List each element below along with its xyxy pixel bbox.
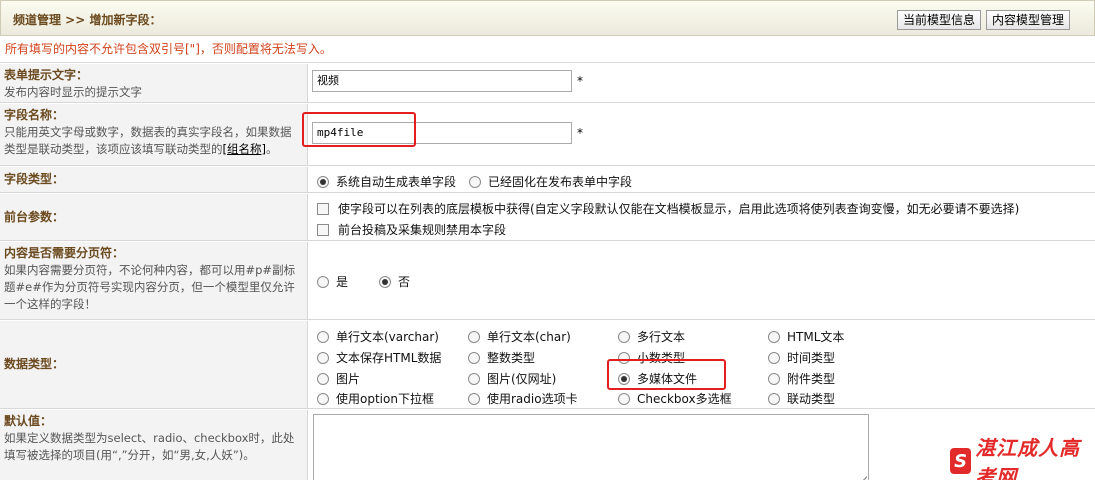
front-params-title: 前台参数： bbox=[4, 209, 65, 224]
data-type-option[interactable]: 单行文本(char) bbox=[468, 328, 571, 345]
radio-icon[interactable] bbox=[317, 175, 329, 188]
front-params-label: 前台参数： bbox=[0, 194, 308, 240]
radio-icon[interactable] bbox=[317, 351, 329, 364]
radio-icon[interactable] bbox=[768, 330, 780, 343]
radio-icon[interactable] bbox=[468, 351, 480, 364]
row-paging: 内容是否需要分页符： 如果内容需要分页符，不论何种内容，都可以用#p#副标题#e… bbox=[0, 242, 1095, 320]
radio-icon[interactable] bbox=[469, 175, 481, 188]
row-field-name: 字段名称： 只能用英文字母或数字，数据表的真实字段名，如果数据 类型是联动类型，… bbox=[0, 104, 1095, 166]
required-mark: * bbox=[577, 74, 583, 88]
required-mark: * bbox=[577, 126, 583, 140]
row-default-value: 默认值： 如果定义数据类型为select、radio、checkbox时，此处填… bbox=[0, 410, 1095, 480]
paging-title: 内容是否需要分页符： bbox=[4, 246, 125, 260]
paging-desc: 如果内容需要分页符，不论何种内容，都可以用#p#副标题#e#作为分页符号实现内容… bbox=[4, 263, 296, 311]
default-value-textarea[interactable] bbox=[313, 414, 869, 480]
radio-icon[interactable] bbox=[618, 392, 630, 405]
data-type-option[interactable]: 联动类型 bbox=[768, 390, 835, 407]
watermark-logo: S 湛江成人高考网 bbox=[950, 436, 1095, 480]
breadcrumb: 频道管理 >> 增加新字段： bbox=[13, 13, 162, 27]
paging-option-yes[interactable]: 是 bbox=[317, 273, 348, 290]
resize-handle-icon[interactable] bbox=[859, 476, 867, 480]
field-name-desc-1: 只能用英文字母或数字，数据表的真实字段名，如果数据 bbox=[4, 125, 292, 139]
radio-icon[interactable] bbox=[768, 392, 780, 405]
data-type-option[interactable]: 附件类型 bbox=[768, 370, 835, 387]
data-type-option[interactable]: 多行文本 bbox=[618, 328, 685, 345]
data-type-title: 数据类型： bbox=[4, 357, 65, 371]
paging-label: 内容是否需要分页符： 如果内容需要分页符，不论何种内容，都可以用#p#副标题#e… bbox=[0, 242, 308, 319]
form-tip-label: 表单提示文字： 发布内容时显示的提示文字 bbox=[0, 64, 308, 102]
model-info-button[interactable]: 当前模型信息 bbox=[897, 10, 982, 30]
row-front-params: 前台参数： 使字段可以在列表的底层模板中获得(自定义字段默认仅能在文档模板显示，… bbox=[0, 194, 1095, 241]
row-field-type: 字段类型： 系统自动生成表单字段 已经固化在发布表单中字段 bbox=[0, 167, 1095, 193]
data-type-option[interactable]: 使用option下拉框 bbox=[317, 390, 434, 407]
data-type-option[interactable]: 图片(仅网址) bbox=[468, 370, 556, 387]
checkbox-icon[interactable] bbox=[317, 202, 329, 215]
radio-icon[interactable] bbox=[618, 372, 630, 385]
data-type-option[interactable]: 整数类型 bbox=[468, 349, 535, 366]
radio-icon[interactable] bbox=[768, 372, 780, 385]
radio-icon[interactable] bbox=[317, 275, 329, 288]
model-manage-button[interactable]: 内容模型管理 bbox=[986, 10, 1071, 30]
data-type-option[interactable]: 图片 bbox=[317, 370, 360, 387]
data-type-option-media[interactable]: 多媒体文件 bbox=[618, 370, 697, 387]
form-tip-desc: 发布内容时显示的提示文字 bbox=[4, 85, 142, 99]
row-data-type: 数据类型： 单行文本(varchar) 单行文本(char) 多行文本 HTML… bbox=[0, 321, 1095, 409]
data-type-grid: 单行文本(varchar) 单行文本(char) 多行文本 HTML文本 文本保… bbox=[309, 321, 1095, 408]
default-value-label: 默认值： 如果定义数据类型为select、radio、checkbox时，此处填… bbox=[0, 410, 308, 480]
radio-icon[interactable] bbox=[468, 330, 480, 343]
radio-icon[interactable] bbox=[379, 275, 391, 288]
checkbox-icon[interactable] bbox=[317, 223, 329, 236]
field-name-title: 字段名称： bbox=[4, 108, 65, 122]
front-params-list-option[interactable]: 使字段可以在列表的底层模板中获得(自定义字段默认仅能在文档模板显示，启用此选项将… bbox=[317, 200, 1019, 217]
radio-icon[interactable] bbox=[618, 330, 630, 343]
radio-icon[interactable] bbox=[317, 330, 329, 343]
data-type-option[interactable]: 使用radio选项卡 bbox=[468, 390, 578, 407]
paging-option-no[interactable]: 否 bbox=[379, 273, 410, 290]
data-type-label: 数据类型： bbox=[0, 321, 308, 408]
field-type-option-auto[interactable]: 系统自动生成表单字段 bbox=[317, 173, 456, 190]
form-tip-title: 表单提示文字： bbox=[4, 68, 89, 82]
radio-icon[interactable] bbox=[317, 392, 329, 405]
data-type-option[interactable]: 时间类型 bbox=[768, 349, 835, 366]
field-name-input[interactable]: mp4file bbox=[312, 122, 572, 144]
row-form-tip: 表单提示文字： 发布内容时显示的提示文字 视频 * bbox=[0, 64, 1095, 103]
default-value-title: 默认值： bbox=[4, 414, 53, 428]
default-value-desc: 如果定义数据类型为select、radio、checkbox时，此处填写被选择的… bbox=[4, 431, 295, 462]
radio-icon[interactable] bbox=[468, 392, 480, 405]
field-type-label: 字段类型： bbox=[0, 167, 308, 192]
group-name-link[interactable]: [组名称] bbox=[223, 142, 266, 156]
front-params-disable-option[interactable]: 前台投稿及采集规则禁用本字段 bbox=[317, 221, 506, 238]
data-type-option[interactable]: 单行文本(varchar) bbox=[317, 328, 439, 345]
radio-icon[interactable] bbox=[618, 351, 630, 364]
field-type-title: 字段类型： bbox=[4, 172, 65, 186]
page-header: 频道管理 >> 增加新字段： 当前模型信息 内容模型管理 bbox=[0, 0, 1095, 36]
data-type-option[interactable]: 小数类型 bbox=[618, 349, 685, 366]
field-name-label: 字段名称： 只能用英文字母或数字，数据表的真实字段名，如果数据 类型是联动类型，… bbox=[0, 104, 308, 165]
form-tip-input[interactable]: 视频 bbox=[312, 70, 572, 92]
warning-notice: 所有填写的内容不允许包含双引号["]，否则配置将无法写入。 bbox=[0, 36, 1095, 63]
logo-s-icon: S bbox=[950, 448, 972, 474]
field-name-desc-2: 类型是联动类型，该项应该填写联动类型的[组名称]。 bbox=[4, 142, 278, 156]
data-type-option[interactable]: 文本保存HTML数据 bbox=[317, 349, 441, 366]
radio-icon[interactable] bbox=[468, 372, 480, 385]
radio-icon[interactable] bbox=[317, 372, 329, 385]
field-type-option-fixed[interactable]: 已经固化在发布表单中字段 bbox=[469, 173, 632, 190]
watermark-text: 湛江成人高考网 bbox=[975, 436, 1081, 480]
data-type-option[interactable]: Checkbox多选框 bbox=[618, 390, 732, 407]
data-type-option[interactable]: HTML文本 bbox=[768, 328, 844, 345]
radio-icon[interactable] bbox=[768, 351, 780, 364]
